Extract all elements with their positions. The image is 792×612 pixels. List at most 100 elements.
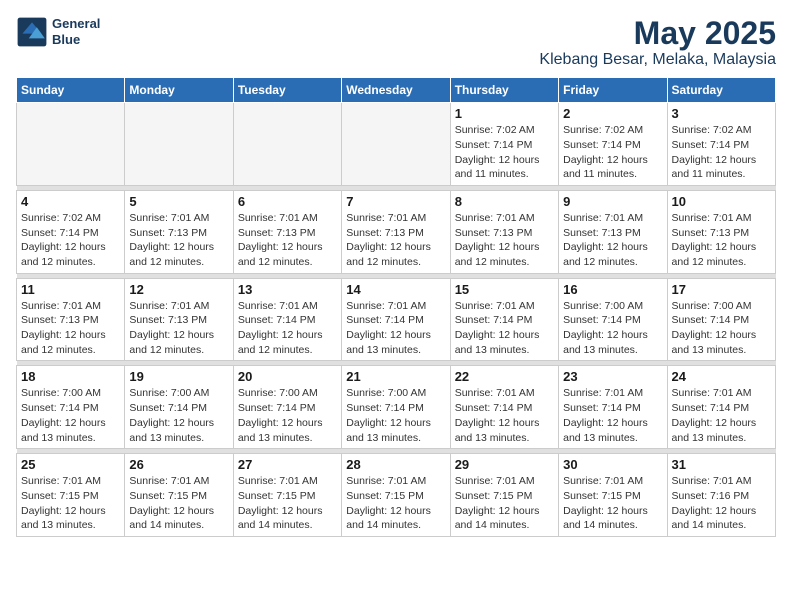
- calendar-cell: 29Sunrise: 7:01 AM Sunset: 7:15 PM Dayli…: [450, 454, 558, 537]
- day-info: Sunrise: 7:02 AM Sunset: 7:14 PM Dayligh…: [455, 123, 554, 182]
- day-number: 25: [21, 457, 120, 472]
- calendar-cell: 12 Sunrise: 7:01 AM Sunset: 7:13 PM Dayli…: [125, 278, 233, 361]
- day-info: Sunrise: 7:01 AM Sunset: 7:14 PM Dayligh…: [455, 299, 554, 358]
- day-number: 28: [346, 457, 445, 472]
- day-info: Sunrise: 7:01 AM Sunset: 7:14 PM Dayligh…: [346, 299, 445, 358]
- day-header-tuesday: Tuesday: [233, 78, 341, 103]
- day-number: 15: [455, 282, 554, 297]
- calendar-week-2: 4Sunrise: 7:02 AM Sunset: 7:14 PM Daylig…: [17, 190, 776, 273]
- day-info: Sunrise: 7:00 AM Sunset: 7:14 PM Dayligh…: [238, 386, 337, 445]
- day-number: 12: [129, 282, 228, 297]
- day-number: 8: [455, 194, 554, 209]
- day-number: 14: [346, 282, 445, 297]
- logo-icon: [16, 16, 48, 48]
- calendar-cell: 31Sunrise: 7:01 AM Sunset: 7:16 PM Dayli…: [667, 454, 775, 537]
- day-number: 23: [563, 369, 662, 384]
- location-title: Klebang Besar, Melaka, Malaysia: [539, 51, 776, 69]
- day-number: 11: [21, 282, 120, 297]
- day-info: Sunrise: 7:01 AM Sunset: 7:13 PM Dayligh…: [346, 211, 445, 270]
- day-number: 26: [129, 457, 228, 472]
- day-number: 29: [455, 457, 554, 472]
- day-number: 30: [563, 457, 662, 472]
- day-info: Sunrise: 7:01 AM Sunset: 7:15 PM Dayligh…: [129, 474, 228, 533]
- day-info: Sunrise: 7:01 AM Sunset: 7:14 PM Dayligh…: [563, 386, 662, 445]
- calendar-week-4: 18 Sunrise: 7:00 AM Sunset: 7:14 PM Dayli…: [17, 366, 776, 449]
- day-info: Sunrise: 7:00 AM Sunset: 7:14 PM Dayligh…: [129, 386, 228, 445]
- day-number: 16: [563, 282, 662, 297]
- day-info: Sunrise: 7:01 AM Sunset: 7:14 PM Dayligh…: [455, 386, 554, 445]
- day-header-wednesday: Wednesday: [342, 78, 450, 103]
- day-info: Sunrise: 7:01 AM Sunset: 7:13 PM Dayligh…: [238, 211, 337, 270]
- calendar-cell: 14 Sunrise: 7:01 AM Sunset: 7:14 PM Dayli…: [342, 278, 450, 361]
- day-info: Sunrise: 7:01 AM Sunset: 7:15 PM Dayligh…: [21, 474, 120, 533]
- day-number: 22: [455, 369, 554, 384]
- calendar-cell: 22 Sunrise: 7:01 AM Sunset: 7:14 PM Dayli…: [450, 366, 558, 449]
- calendar-cell: 27 Sunrise: 7:01 AM Sunset: 7:15 PM Dayli…: [233, 454, 341, 537]
- calendar-cell: 9 Sunrise: 7:01 AM Sunset: 7:13 PM Daylig…: [559, 190, 667, 273]
- day-info: Sunrise: 7:01 AM Sunset: 7:13 PM Dayligh…: [563, 211, 662, 270]
- month-title: May 2025: [539, 16, 776, 51]
- day-header-sunday: Sunday: [17, 78, 125, 103]
- day-number: 27: [238, 457, 337, 472]
- calendar-week-5: 25 Sunrise: 7:01 AM Sunset: 7:15 PM Dayli…: [17, 454, 776, 537]
- day-number: 13: [238, 282, 337, 297]
- day-number: 17: [672, 282, 771, 297]
- day-info: Sunrise: 7:01 AM Sunset: 7:15 PM Dayligh…: [346, 474, 445, 533]
- day-number: 6: [238, 194, 337, 209]
- day-info: Sunrise: 7:01 AM Sunset: 7:14 PM Dayligh…: [672, 386, 771, 445]
- day-info: Sunrise: 7:01 AM Sunset: 7:15 PM Dayligh…: [238, 474, 337, 533]
- calendar-cell: 20 Sunrise: 7:00 AM Sunset: 7:14 PM Dayli…: [233, 366, 341, 449]
- calendar-cell: 13Sunrise: 7:01 AM Sunset: 7:14 PM Dayli…: [233, 278, 341, 361]
- day-number: 9: [563, 194, 662, 209]
- calendar-cell: 1 Sunrise: 7:02 AM Sunset: 7:14 PM Daylig…: [450, 103, 558, 186]
- calendar-cell: [17, 103, 125, 186]
- day-info: Sunrise: 7:02 AM Sunset: 7:14 PM Dayligh…: [21, 211, 120, 270]
- calendar-cell: 6 Sunrise: 7:01 AM Sunset: 7:13 PM Daylig…: [233, 190, 341, 273]
- day-info: Sunrise: 7:01 AM Sunset: 7:13 PM Dayligh…: [21, 299, 120, 358]
- calendar-cell: 5Sunrise: 7:01 AM Sunset: 7:13 PM Daylig…: [125, 190, 233, 273]
- day-number: 7: [346, 194, 445, 209]
- day-header-saturday: Saturday: [667, 78, 775, 103]
- calendar-cell: 7 Sunrise: 7:01 AM Sunset: 7:13 PM Daylig…: [342, 190, 450, 273]
- calendar-cell: 18 Sunrise: 7:00 AM Sunset: 7:14 PM Dayli…: [17, 366, 125, 449]
- day-number: 21: [346, 369, 445, 384]
- day-info: Sunrise: 7:01 AM Sunset: 7:13 PM Dayligh…: [455, 211, 554, 270]
- calendar-cell: 4Sunrise: 7:02 AM Sunset: 7:14 PM Daylig…: [17, 190, 125, 273]
- day-info: Sunrise: 7:00 AM Sunset: 7:14 PM Dayligh…: [21, 386, 120, 445]
- calendar-cell: 19Sunrise: 7:00 AM Sunset: 7:14 PM Dayli…: [125, 366, 233, 449]
- calendar-cell: 11 Sunrise: 7:01 AM Sunset: 7:13 PM Dayli…: [17, 278, 125, 361]
- calendar-cell: 2Sunrise: 7:02 AM Sunset: 7:14 PM Daylig…: [559, 103, 667, 186]
- day-info: Sunrise: 7:00 AM Sunset: 7:14 PM Dayligh…: [672, 299, 771, 358]
- calendar-cell: 8 Sunrise: 7:01 AM Sunset: 7:13 PM Daylig…: [450, 190, 558, 273]
- day-info: Sunrise: 7:02 AM Sunset: 7:14 PM Dayligh…: [563, 123, 662, 182]
- day-number: 5: [129, 194, 228, 209]
- calendar-cell: 15 Sunrise: 7:01 AM Sunset: 7:14 PM Dayli…: [450, 278, 558, 361]
- day-header-thursday: Thursday: [450, 78, 558, 103]
- calendar-cell: 21 Sunrise: 7:00 AM Sunset: 7:14 PM Dayli…: [342, 366, 450, 449]
- logo-line2: Blue: [52, 32, 80, 47]
- day-number: 20: [238, 369, 337, 384]
- calendar-cell: 24 Sunrise: 7:01 AM Sunset: 7:14 PM Dayli…: [667, 366, 775, 449]
- day-info: Sunrise: 7:00 AM Sunset: 7:14 PM Dayligh…: [563, 299, 662, 358]
- day-number: 31: [672, 457, 771, 472]
- day-info: Sunrise: 7:02 AM Sunset: 7:14 PM Dayligh…: [672, 123, 771, 182]
- logo-line1: General: [52, 16, 100, 31]
- title-block: May 2025 Klebang Besar, Melaka, Malaysia: [539, 16, 776, 69]
- day-number: 24: [672, 369, 771, 384]
- page-header: General Blue May 2025 Klebang Besar, Mel…: [16, 16, 776, 69]
- day-header-friday: Friday: [559, 78, 667, 103]
- calendar-week-1: 1 Sunrise: 7:02 AM Sunset: 7:14 PM Daylig…: [17, 103, 776, 186]
- day-header-monday: Monday: [125, 78, 233, 103]
- calendar-table: SundayMondayTuesdayWednesdayThursdayFrid…: [16, 77, 776, 537]
- day-info: Sunrise: 7:01 AM Sunset: 7:15 PM Dayligh…: [563, 474, 662, 533]
- calendar-cell: 10Sunrise: 7:01 AM Sunset: 7:13 PM Dayli…: [667, 190, 775, 273]
- calendar-cell: 3Sunrise: 7:02 AM Sunset: 7:14 PM Daylig…: [667, 103, 775, 186]
- calendar-week-3: 11 Sunrise: 7:01 AM Sunset: 7:13 PM Dayli…: [17, 278, 776, 361]
- day-info: Sunrise: 7:00 AM Sunset: 7:14 PM Dayligh…: [346, 386, 445, 445]
- day-info: Sunrise: 7:01 AM Sunset: 7:13 PM Dayligh…: [129, 299, 228, 358]
- day-number: 18: [21, 369, 120, 384]
- day-number: 1: [455, 106, 554, 121]
- calendar-cell: 16 Sunrise: 7:00 AM Sunset: 7:14 PM Dayli…: [559, 278, 667, 361]
- calendar-cell: [125, 103, 233, 186]
- calendar-cell: 28 Sunrise: 7:01 AM Sunset: 7:15 PM Dayli…: [342, 454, 450, 537]
